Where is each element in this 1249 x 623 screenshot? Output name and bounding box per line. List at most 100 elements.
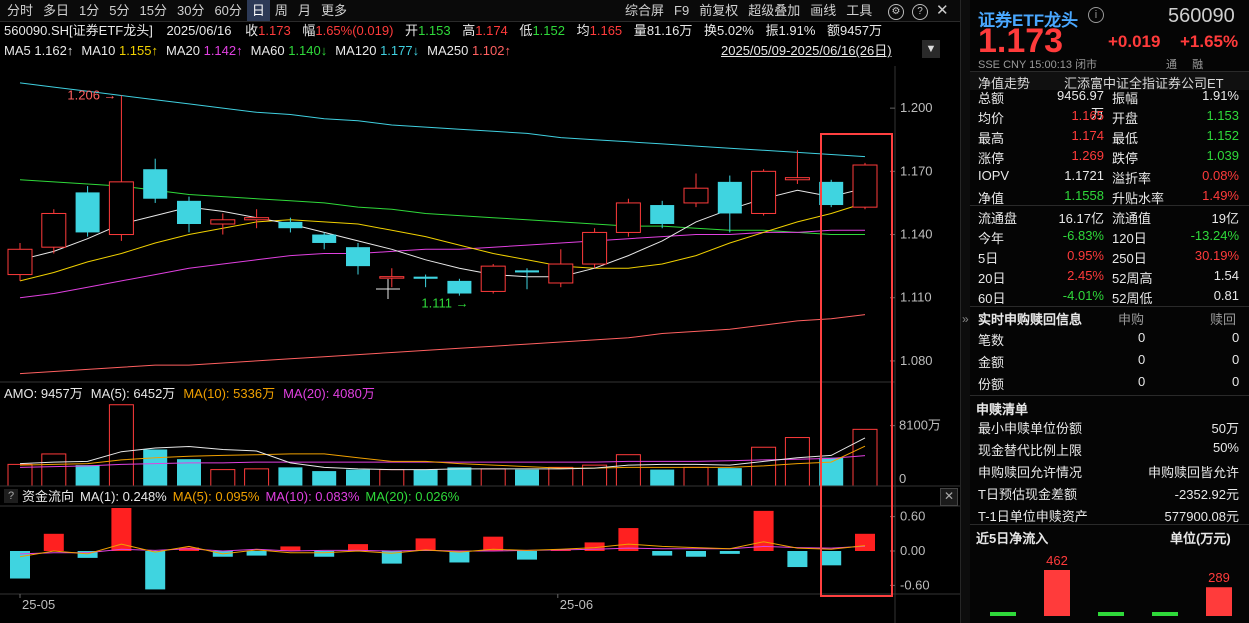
- amo-bar: [210, 469, 236, 487]
- sr-list-value: 577900.08元: [1164, 509, 1239, 524]
- amo-bar: [615, 454, 641, 487]
- amo-bar: [683, 466, 709, 487]
- flow-bar: [821, 551, 842, 566]
- flow-tick-label: -0.60: [900, 577, 930, 592]
- stats-row: 流通盘 16.17亿 流通值 19亿: [970, 205, 1249, 226]
- flow-bar: [618, 528, 639, 551]
- realtime-col-redeem: 赎回: [1210, 312, 1237, 327]
- chart-canvas[interactable]: 1.2001.1701.1401.1101.0801.206 →1.111 → …: [0, 0, 960, 623]
- flow-bar: [753, 510, 774, 551]
- amo-bar: [784, 437, 810, 487]
- stat-label: 5日: [978, 251, 999, 266]
- sr-list-label: 申购赎回允许情况: [978, 465, 1083, 480]
- stat-value: 1.49%: [1202, 188, 1239, 203]
- amo-bar: [278, 467, 303, 486]
- flow-bar: [787, 551, 808, 568]
- chart-pane[interactable]: 分时 多日 1分 5分 15分 30分 60分日周月更多 综合屏 F9 前复权 超级叠加 画线 工具 …: [0, 0, 960, 623]
- flow-bar: [415, 538, 436, 551]
- stat-value: 16.17亿: [1058, 211, 1104, 226]
- candle-body: [548, 263, 574, 284]
- stat-value: -4.01%: [1062, 288, 1104, 303]
- exchange: SSE: [978, 59, 1001, 71]
- stats-row: 20日 2.45% 52周高 1.54: [970, 266, 1249, 286]
- candle-body: [751, 170, 777, 214]
- flow-legend-value: 0.095%: [215, 489, 260, 504]
- amo-bar: [244, 468, 270, 487]
- sr-list-label: 现金替代比例上限: [978, 443, 1083, 458]
- stat-label: IOPV: [978, 168, 1010, 183]
- stats-row: 涨停 1.269 跌停 1.039: [970, 146, 1249, 166]
- stat-label: 今年: [978, 231, 1005, 246]
- flow-bar: [449, 551, 470, 563]
- realtime-redeem: 0: [1232, 352, 1240, 367]
- candle-body: [244, 217, 270, 221]
- amo-legend-value: 5336万: [233, 386, 276, 401]
- stats-row: IOPV 1.1721 溢折率 0.08%: [970, 166, 1249, 186]
- flow-bar: [855, 533, 875, 551]
- price-chart: 1.200 1.170 1.140 1.110 1.080 1.206 → 1.111 →: [0, 66, 933, 623]
- sr-list-label: T-1日单位申赎资产: [978, 509, 1088, 524]
- stat-label: 52周低: [1112, 291, 1153, 306]
- candle-body: [177, 200, 201, 224]
- flow-legend-label: 资金流向: [22, 489, 75, 504]
- flow-legend-value: 0.083%: [315, 489, 360, 504]
- stats-row: 今年 -6.83% 120日 -13.24%: [970, 226, 1249, 246]
- netflow-bar: [1206, 587, 1232, 616]
- flow-bar: [246, 551, 267, 556]
- stat-label: 52周高: [1112, 271, 1153, 286]
- stat-value: 1.54: [1213, 268, 1239, 283]
- stat-label: 涨停: [978, 151, 1005, 166]
- flow-tick-label: 0.00: [900, 543, 925, 558]
- amo-bar: [548, 466, 574, 487]
- realtime-row: 笔数 0 0: [970, 328, 1249, 348]
- price-change-pct: +1.65%: [1180, 32, 1239, 51]
- candle-body: [515, 270, 539, 273]
- stat-value: 1.152: [1206, 128, 1239, 143]
- expand-chevron-icon[interactable]: »: [962, 312, 969, 326]
- stat-label: 250日: [1112, 251, 1147, 266]
- sr-list-value: 申购赎回皆允许: [1147, 465, 1239, 480]
- stats-row: 净值 1.1558 升贴水率 1.49%: [970, 186, 1249, 206]
- amo-legend-label: MA(5):: [90, 386, 134, 401]
- stat-label: 流通值: [1112, 211, 1152, 226]
- stat-label: 开盘: [1112, 111, 1139, 126]
- stat-value: -6.83%: [1062, 228, 1104, 243]
- candle-body: [346, 247, 370, 267]
- candle-body: [784, 177, 810, 181]
- realtime-redeem: 0: [1232, 374, 1240, 389]
- stat-label: 跌停: [1112, 151, 1139, 166]
- netflow-bar: [990, 612, 1016, 616]
- security-code: 560090: [1168, 5, 1235, 27]
- sr-list-row: T-1日单位申赎资产 577900.08元: [970, 504, 1249, 524]
- stat-value: 1.153: [1206, 108, 1239, 123]
- stat-value: 30.19%: [1194, 248, 1239, 263]
- flow-legend-label: MA(10):: [265, 489, 316, 504]
- stat-value: 1.1721: [1064, 168, 1104, 183]
- realtime-label: 份额: [978, 377, 1005, 392]
- amo-bar: [312, 471, 337, 486]
- amo-legend: AMO: 9457万 MA(5): 6452万 MA(10): 5336万 MA(20…: [4, 385, 375, 403]
- close-indicator-icon[interactable]: ✕: [940, 488, 958, 506]
- amo-bar: [413, 469, 438, 486]
- candle-body: [7, 248, 33, 276]
- info-icon[interactable]: i: [1088, 7, 1104, 23]
- currency: CNY: [1003, 59, 1027, 71]
- amo-bar: [447, 467, 472, 486]
- help-icon[interactable]: ?: [4, 489, 18, 503]
- candle-body: [278, 221, 303, 229]
- stat-value: 1.039: [1206, 148, 1239, 163]
- amo-bar: [650, 469, 675, 486]
- amo-bar: [346, 469, 370, 486]
- amo-bar: [515, 469, 539, 486]
- flow-legend-value: 0.248%: [122, 489, 167, 504]
- stat-value: 0.08%: [1202, 168, 1239, 183]
- flag-tong: 通: [1166, 59, 1177, 71]
- stat-value: 1.174: [1071, 128, 1104, 143]
- flow-legend: 资金流向 MA(1): 0.248% MA(5): 0.095% MA(10): 0.…: [22, 488, 459, 506]
- flow-tick-label: 0.60: [900, 509, 925, 524]
- price-tick-label: 1.140: [900, 227, 933, 242]
- candle-body: [650, 205, 675, 224]
- stat-value: 0.81: [1213, 288, 1239, 303]
- stat-label: 120日: [1112, 231, 1147, 246]
- netflow-unit: 单位(万元): [1170, 531, 1231, 546]
